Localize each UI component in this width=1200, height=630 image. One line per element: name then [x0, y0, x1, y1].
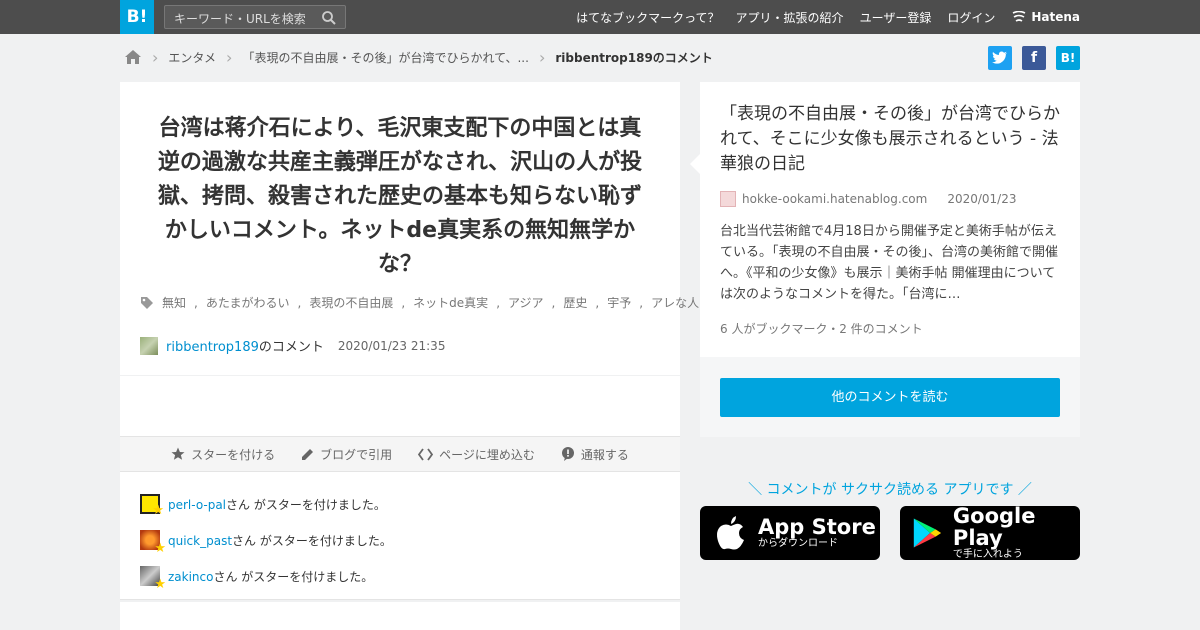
action-bar: スターを付ける ブログで引用 ページに埋め込む 通報する [120, 436, 680, 472]
tag-item[interactable]: アレな人 [651, 294, 699, 311]
entry-card: 「表現の不自由展・その後」が台湾でひらかれて、そこに少女像も展示されるという -… [690, 82, 1080, 357]
app-promo-text: ＼ コメントが サクサク読める アプリです ／ [748, 482, 1032, 498]
home-icon[interactable] [124, 49, 142, 65]
tag-item[interactable]: 歴史 [563, 294, 587, 311]
chevron-right-icon: › [538, 47, 546, 67]
read-more-button[interactable]: 他のコメントを読む [720, 378, 1060, 417]
star-icon: ★ [154, 541, 166, 556]
facebook-icon: f [1030, 50, 1038, 66]
avatar[interactable] [140, 336, 158, 355]
tag-list: 無知, あたまがわるい, 表現の不自由展, ネットde真実, アジア, 歴史, … [140, 294, 699, 311]
hatena-mark-icon [1012, 11, 1026, 22]
star-entry: ★ zakincoさん がスターを付けました。 [140, 566, 374, 592]
entry-meta: hokke-ookami.hatenablog.com 2020/01/23 [720, 191, 1017, 207]
chevron-right-icon: › [226, 47, 233, 67]
app-store-badge[interactable]: App Store からダウンロード [700, 506, 880, 560]
blog-quote-button[interactable]: ブログで引用 [301, 446, 392, 463]
star-suffix: さん がスターを付けました。 [213, 569, 374, 584]
star-entry: ★ perl-o-palさん がスターを付けました。 [140, 494, 386, 518]
add-star-label: スターを付ける [191, 447, 276, 462]
facebook-share-button[interactable]: f [1022, 46, 1046, 70]
breadcrumb-entry[interactable]: 「表現の不自由展・その後」が台湾でひらかれて、... [242, 49, 529, 66]
hatebu-icon: B! [1060, 51, 1076, 65]
star-username[interactable]: zakinco [168, 570, 213, 584]
breadcrumb-current: ribbentrop189のコメント [555, 50, 713, 65]
report-label: 通報する [580, 447, 629, 462]
report-button[interactable]: 通報する [561, 446, 629, 463]
comment-spacer [120, 376, 680, 436]
comment-timestamp[interactable]: 2020/01/23 21:35 [338, 339, 446, 353]
nav-login[interactable]: ログイン [947, 9, 995, 26]
code-icon [418, 447, 434, 461]
card-notch [690, 154, 700, 174]
twitter-share-button[interactable] [988, 46, 1012, 70]
tag-item[interactable]: アジア [508, 294, 544, 311]
tag-item[interactable]: 宇予 [607, 294, 631, 311]
report-icon [561, 447, 574, 461]
star-suffix: さん がスターを付けました。 [226, 497, 386, 512]
search-icon[interactable] [321, 10, 337, 26]
entry-title[interactable]: 「表現の不自由展・その後」が台湾でひらかれて、そこに少女像も展示されるという -… [720, 102, 1065, 177]
breadcrumb-category[interactable]: エンタメ [168, 49, 216, 66]
username-suffix: のコメント [258, 340, 324, 355]
pencil-icon [302, 448, 314, 460]
share-buttons: f B! [988, 46, 1080, 70]
star-username[interactable]: perl-o-pal [168, 498, 226, 512]
tag-item[interactable]: 無知 [162, 294, 186, 311]
comment-text: 台湾は蒋介石により、毛沢東支配下の中国とは真逆の過激な共産主義弾圧がなされ、沢山… [157, 116, 643, 277]
google-play-badge[interactable]: Google Play で手に入れよう [900, 504, 1080, 560]
avatar[interactable]: ★ [140, 566, 166, 592]
comment-footer [120, 602, 680, 630]
tag-item[interactable]: ネットde真実 [413, 294, 488, 311]
add-star-button[interactable]: スターを付ける [171, 446, 275, 463]
hatebu-logo[interactable]: B! [120, 0, 154, 34]
nav-register[interactable]: ユーザー登録 [860, 9, 932, 26]
avatar[interactable]: ★ [140, 530, 166, 556]
top-bar: B! キーワード・URLを検索 はてなブックマークって？ アプリ・拡張の紹介 ユ… [0, 0, 1200, 34]
search-box[interactable]: キーワード・URLを検索 [164, 5, 346, 29]
google-play-icon [913, 518, 942, 548]
username-link[interactable]: ribbentrop189 [166, 340, 259, 355]
star-list: ★ perl-o-palさん がスターを付けました。 ★ quick_pastさ… [120, 472, 680, 600]
star-icon: ★ [154, 577, 166, 592]
hatebu-share-button[interactable]: B! [1056, 46, 1080, 70]
blog-quote-label: ブログで引用 [320, 447, 393, 462]
tag-icon [141, 296, 153, 309]
star-username[interactable]: quick_past [168, 534, 232, 548]
comment-author: ribbentrop189のコメント 2020/01/23 21:35 [140, 336, 445, 355]
entry-excerpt: 台北当代芸術館で4月18日から開催予定と美術手帖が伝えている。「表現の不自由展・… [720, 224, 1059, 302]
entry-date: 2020/01/23 [947, 192, 1017, 206]
star-icon [171, 447, 185, 460]
embed-label: ページに埋め込む [439, 447, 535, 462]
breadcrumb: › エンタメ › 「表現の不自由展・その後」が台湾でひらかれて、... › ri… [124, 47, 713, 67]
star-suffix: さん がスターを付けました。 [232, 533, 392, 548]
embed-button[interactable]: ページに埋め込む [418, 446, 535, 463]
hatena-label: Hatena [1031, 10, 1080, 24]
top-nav: はてなブックマークって？ アプリ・拡張の紹介 ユーザー登録 ログイン Haten… [576, 0, 1080, 34]
entry-domain[interactable]: hokke-ookami.hatenablog.com [742, 192, 927, 206]
star-entry: ★ quick_pastさん がスターを付けました。 [140, 530, 392, 556]
entry-stats[interactable]: 6 人がブックマーク・2 件のコメント [720, 320, 923, 337]
avatar[interactable]: ★ [140, 494, 164, 518]
google-play-title: Google Play [952, 504, 1036, 550]
twitter-icon [992, 51, 1007, 64]
tag-item[interactable]: 表現の不自由展 [309, 294, 393, 311]
nav-about[interactable]: はてなブックマークって？ [576, 9, 719, 26]
chevron-right-icon: › [152, 47, 159, 67]
comment-card: 台湾は蒋介石により、毛沢東支配下の中国とは真逆の過激な共産主義弾圧がなされ、沢山… [120, 82, 699, 375]
site-favicon-icon [720, 191, 736, 207]
hatena-logo[interactable]: Hatena [1011, 10, 1080, 24]
apple-icon [717, 516, 744, 550]
google-play-sub: で手に入れよう [952, 549, 1023, 560]
tag-item[interactable]: あたまがわるい [206, 294, 290, 311]
search-placeholder: キーワード・URLを検索 [174, 12, 306, 26]
app-store-title: App Store [758, 515, 876, 539]
app-store-sub: からダウンロード [758, 538, 838, 549]
star-icon: ★ [152, 503, 164, 518]
nav-apps[interactable]: アプリ・拡張の紹介 [736, 9, 844, 26]
